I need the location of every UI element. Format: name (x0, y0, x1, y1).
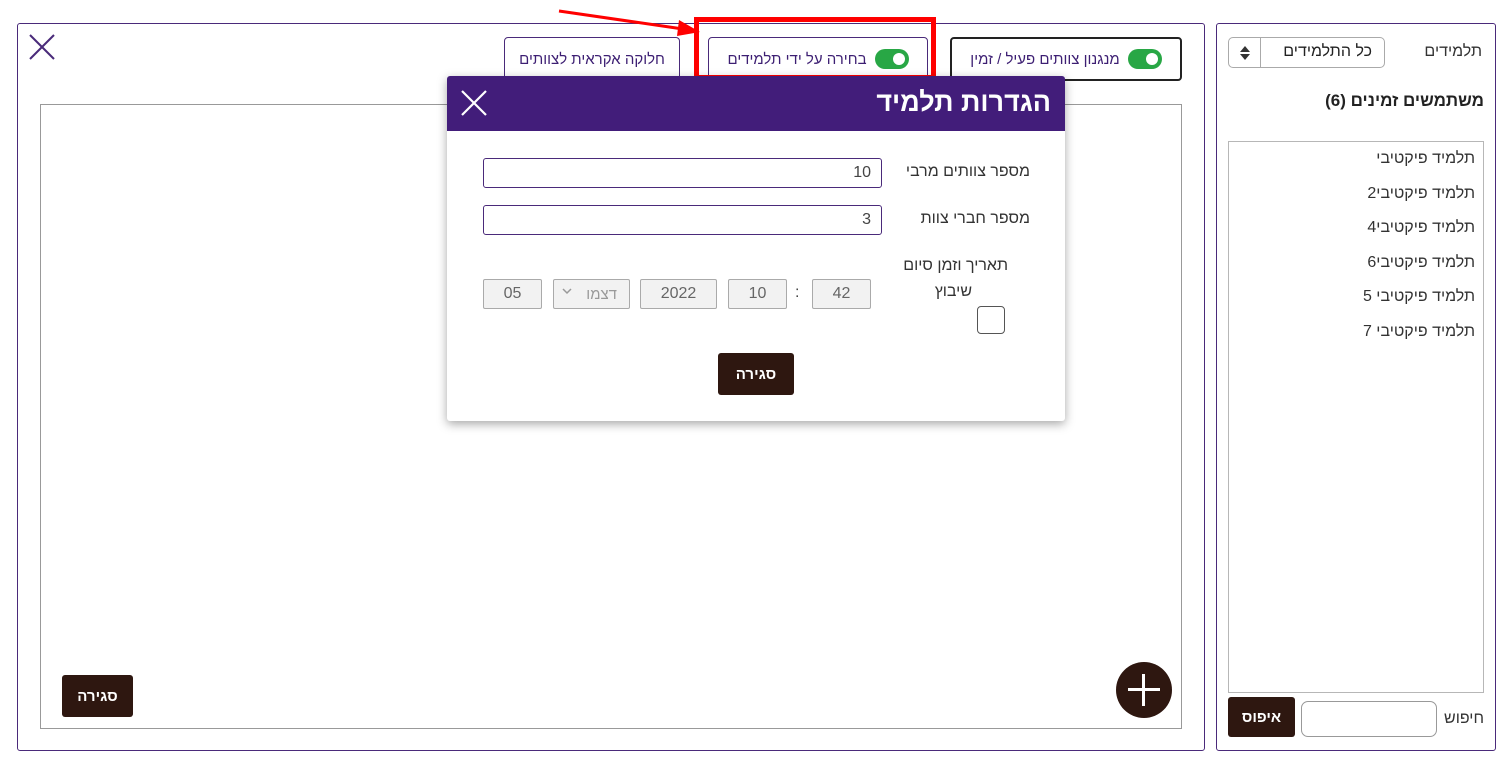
students-filter-select[interactable]: כל התלמידים (1228, 37, 1385, 68)
toggle-on-icon[interactable] (874, 49, 909, 69)
random-split-button[interactable]: חלוקה אקראית לצוותים (504, 37, 680, 81)
chevron-down-icon (562, 288, 572, 295)
team-members-label: מספר חברי צוות (920, 210, 1030, 227)
minute-input[interactable]: 42 (812, 279, 871, 309)
students-panel: תלמידים כל התלמידים משתמשים זמינים (6) ת… (1216, 23, 1496, 751)
modal-title: הגדרות תלמיד (876, 87, 1051, 117)
close-button[interactable]: סגירה (62, 675, 133, 717)
student-list[interactable]: תלמיד פיקטיבי תלמיד פיקטיבי2 תלמיד פיקטי… (1228, 141, 1484, 693)
add-team-button[interactable] (1116, 662, 1172, 718)
month-placeholder: דצמו (586, 286, 617, 303)
random-split-label: חלוקה אקראית לצוותים (519, 50, 665, 68)
assignment-label: שיבוץ (934, 283, 972, 300)
student-choice-label: בחירה על ידי תלמידים (727, 50, 867, 68)
month-select[interactable]: דצמו (553, 279, 630, 309)
max-teams-label: מספר צוותים מרבי (905, 163, 1030, 180)
toggle-on-icon[interactable] (1127, 49, 1162, 69)
student-list-item[interactable]: תלמיד פיקטיבי (1229, 142, 1483, 177)
filter-selected-value: כל התלמידים (1283, 43, 1372, 60)
students-label: תלמידים (1424, 43, 1482, 60)
close-icon[interactable] (28, 33, 56, 61)
reset-button[interactable]: איפוס (1228, 697, 1295, 737)
student-choice-toggle-button[interactable]: בחירה על ידי תלמידים (708, 37, 928, 81)
student-list-item[interactable]: תלמיד פיקטיבי2 (1229, 177, 1483, 212)
modal-header: הגדרות תלמיד (447, 76, 1065, 131)
end-datetime-label: תאריך וזמן סיום (903, 257, 1008, 274)
select-arrows-icon (1229, 38, 1261, 67)
day-input[interactable]: 05 (483, 279, 542, 309)
hour-input[interactable]: 10 (728, 279, 787, 309)
search-label: חיפוש (1444, 710, 1484, 727)
team-members-input[interactable] (483, 205, 882, 235)
student-list-item[interactable]: תלמיד פיקטיבי6 (1229, 246, 1483, 281)
search-input[interactable] (1301, 701, 1437, 737)
max-teams-input[interactable] (483, 158, 882, 188)
student-list-item[interactable]: תלמיד פיקטיבי4 (1229, 211, 1483, 246)
student-settings-modal: הגדרות תלמיד מספר צוותים מרבי מספר חברי … (447, 76, 1065, 421)
modal-close-button[interactable]: סגירה (718, 353, 794, 395)
time-separator: : (795, 284, 800, 301)
student-list-item[interactable]: תלמיד פיקטיבי 7 (1229, 315, 1483, 350)
assignment-checkbox[interactable] (977, 306, 1005, 334)
close-icon[interactable] (460, 89, 488, 117)
student-list-item[interactable]: תלמיד פיקטיבי 5 (1229, 280, 1483, 315)
active-mechanism-toggle-button[interactable]: מנגנון צוותים פעיל / זמין (950, 37, 1182, 81)
year-input[interactable]: 2022 (640, 279, 717, 309)
active-mechanism-label: מנגנון צוותים פעיל / זמין (970, 50, 1120, 68)
temp-users-title: משתמשים זמינים (6) (1325, 91, 1484, 110)
assignment-checkbox-wrap (952, 305, 1028, 335)
